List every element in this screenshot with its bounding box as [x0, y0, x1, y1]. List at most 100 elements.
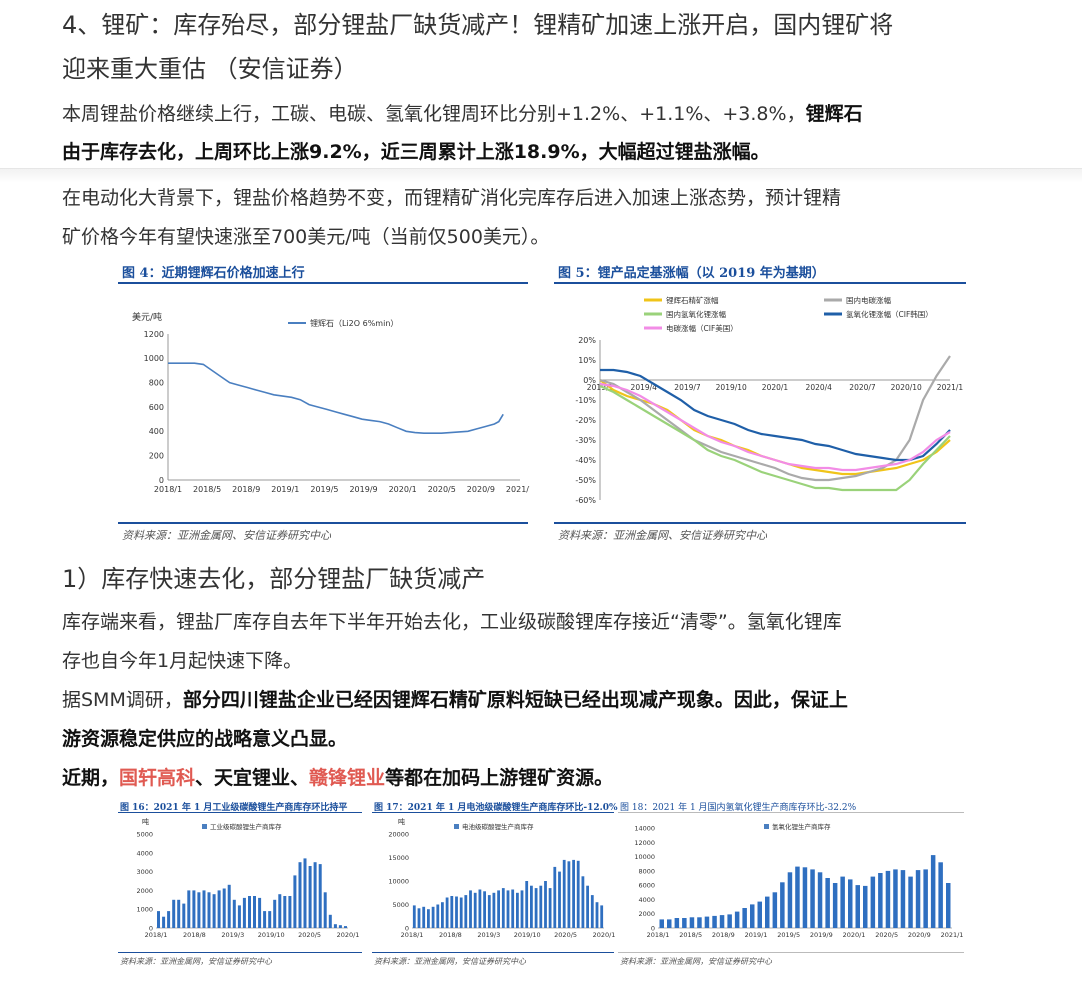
fig16-ytick: 4000 [136, 849, 153, 857]
fig17-ytick: 5000 [392, 901, 409, 909]
fig18-ytick: 2000 [638, 910, 655, 918]
fig18-bar [742, 908, 747, 928]
fig17-bar [412, 905, 416, 928]
fig18-bar [855, 885, 860, 928]
fig5-ytick: -10% [575, 396, 596, 405]
fig17-bar [520, 890, 524, 928]
fig5-legend-label: 电碳涨幅（CIF美国） [666, 323, 738, 333]
fig5-legend-label: 锂辉石精矿涨幅 [666, 295, 719, 305]
fig4-ytick: 200 [149, 451, 164, 460]
fig5-source: 资料来源：亚洲金属网、安信证券研究中心 [558, 529, 767, 542]
fig17-bar [534, 888, 538, 928]
fig18-xtick: 2019/1 [745, 931, 768, 939]
fig17-xtick: 2018/1 [401, 931, 424, 939]
fig5-xtick: 2019/7 [674, 383, 701, 392]
paragraph-5-b: 、天宜锂业、 [195, 767, 310, 789]
fig5-xtick: 2020/10 [891, 383, 922, 392]
fig18-bar [697, 917, 702, 928]
fig17-bar [525, 881, 529, 928]
fig18-legend-label: 氢氧化锂生产商库存 [772, 822, 831, 831]
fig18-bar [923, 869, 928, 928]
fig17-ytick: 20000 [388, 831, 409, 839]
fig17-bar [548, 888, 552, 928]
fig18-xtick: 2020/5 [875, 931, 898, 939]
fig4-ytick: 400 [149, 427, 164, 436]
paragraph-1-line1: 本周锂盐价格继续上行，工碳、电碳、氢氧化锂周环比分别+1.2%、+1.1%、+3… [62, 96, 863, 132]
fig17-bar [586, 885, 589, 928]
fig5-top-rule [554, 282, 966, 284]
fig18-bar [727, 914, 732, 928]
fig4-series-line [168, 362, 504, 434]
fig16-xtick: 2019/10 [258, 931, 285, 939]
fig5-legend-label: 国内氢氧化锂涨幅 [666, 309, 726, 319]
fig5-xtick: 2021/1 [937, 383, 964, 392]
paragraph-1-bold-a: 锂辉石 [805, 103, 863, 125]
fig16-bar [344, 926, 347, 928]
fig16-bar [263, 911, 267, 928]
fig16-legend-label: 工业级碳酸锂生产商库存 [210, 822, 282, 831]
fig18-ytick: 6000 [638, 882, 655, 890]
fig17-bar [539, 885, 543, 928]
fig16-bar [242, 897, 246, 928]
fig16-legend-swatch [202, 824, 207, 829]
fig16-bar [318, 864, 322, 928]
fig17-ytick: 15000 [388, 854, 409, 862]
fig16-bar [268, 911, 272, 928]
fig17-bottom-rule [372, 952, 614, 953]
fig16-bar [303, 858, 307, 928]
fig4-ytick: 1000 [144, 354, 164, 363]
fig16-xtick: 2018/1 [145, 931, 168, 939]
fig4-chart: 美元/吨 0 200 400 600 800 1000 1200 2018/1 2018/5 201… [132, 311, 530, 494]
fig16-bar [222, 888, 226, 928]
fig4-xtick: 2020/9 [467, 485, 495, 494]
fig4-xtick: 2018/5 [193, 485, 221, 494]
fig18-bar [795, 866, 800, 928]
fig16-bar [167, 911, 171, 928]
fig4-xtick: 2021/1 [506, 485, 530, 494]
fig5-ytick: -30% [575, 436, 596, 445]
fig5-ytick: -50% [575, 476, 596, 485]
fig18-ytick: 10000 [634, 853, 655, 861]
fig16-bar [172, 899, 176, 928]
fig16-bar [227, 884, 231, 928]
fig17-bar [431, 906, 435, 928]
fig17-xtick: 2019/3 [477, 931, 500, 939]
fig16-bar [212, 894, 216, 928]
fig16-ytick: 3000 [136, 868, 153, 876]
company-ganfeng: 赣锋锂业 [309, 767, 386, 789]
fig18-bar [938, 862, 943, 928]
fig18-chart: 氢氧化锂生产商库存0200040006000800010000120001400… [634, 822, 964, 939]
fig5-ytick: -20% [575, 416, 596, 425]
paragraph-5: 近期，国轩高科、天宜锂业、赣锋锂业等都在加码上游锂矿资源。 [62, 760, 613, 796]
fig17-bar [501, 888, 505, 928]
fig16-bar [192, 890, 196, 928]
fig18-bar [946, 883, 951, 928]
fig16-source: 资料来源：亚洲金属网，安信证券研究中心 [120, 957, 272, 966]
fig4-ytick: 0 [159, 476, 164, 485]
fig18-bar [848, 879, 853, 928]
fig18-bar [832, 883, 838, 928]
fig17-bar [478, 889, 482, 928]
paragraph-2-line1: 在电动化大背景下，锂盐价格趋势不变，而锂精矿消化完库存后进入加速上涨态势，预计锂… [62, 187, 842, 209]
fig18-xtick: 2021/1 [941, 931, 964, 939]
fig18-bar [900, 870, 906, 928]
fig16-bar [298, 862, 302, 928]
fig5-xtick: 2020/4 [806, 383, 833, 392]
fig18-bar [885, 870, 891, 928]
fig16-ylabel: 吨 [142, 817, 149, 826]
fig18-bar [659, 919, 664, 928]
fig16-bar [278, 894, 282, 928]
fig18-bar [667, 919, 672, 928]
fig5-ytick: 20% [578, 336, 596, 345]
fig18-bar [704, 916, 710, 928]
fig16-bar [187, 890, 191, 928]
fig17-bar [436, 904, 440, 928]
fig16-ytick: 5000 [136, 831, 153, 839]
fig17-bar [553, 866, 557, 928]
fig16-bar [197, 892, 201, 928]
fig16-xtick: 2019/3 [221, 931, 244, 939]
fig5-ytick: -60% [575, 496, 596, 505]
paragraph-5-c: 等都在加码上游锂矿资源。 [385, 767, 614, 789]
fig17-bar [441, 902, 444, 929]
paragraph-5-a: 近期， [62, 767, 120, 789]
